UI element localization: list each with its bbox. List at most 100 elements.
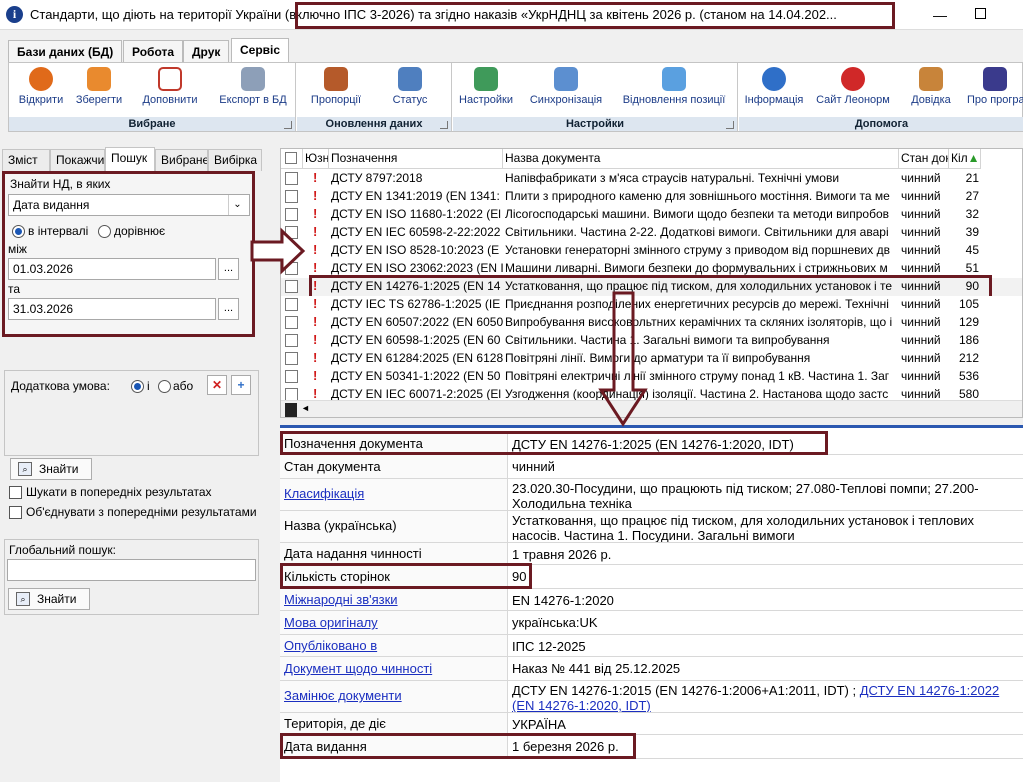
tab-service[interactable]: Сервіс <box>231 38 290 62</box>
detail-label-text[interactable]: Міжнародні зв'язки <box>284 592 398 607</box>
table-row[interactable]: ! ДСТУ EN 60507:2022 (EN 6050 Випробування… <box>281 314 1022 332</box>
row-checkbox[interactable] <box>285 316 298 329</box>
sync-button[interactable]: Синхронізація <box>525 67 607 113</box>
horizontal-scrollbar[interactable]: ◄ <box>281 400 1022 417</box>
row-checkbox[interactable] <box>285 208 298 221</box>
table-row[interactable]: ! ДСТУ EN IEC 60598-2-22:2022 Світильники.… <box>281 224 1022 242</box>
group-launcher[interactable] <box>726 121 734 129</box>
tab-contents[interactable]: Зміст <box>2 149 50 171</box>
table-row[interactable]: ! ДСТУ EN ISO 8528-10:2023 (E Установки ге… <box>281 242 1022 260</box>
header-state[interactable]: Стан док <box>899 149 949 169</box>
tab-work[interactable]: Робота <box>123 40 184 62</box>
row-checkbox[interactable] <box>285 334 298 347</box>
row-checkbox[interactable] <box>285 190 298 203</box>
row-checkbox[interactable] <box>285 262 298 275</box>
tab-favorites[interactable]: Вибране <box>155 149 208 171</box>
row-checkbox[interactable] <box>285 352 298 365</box>
global-search-input[interactable] <box>7 559 256 581</box>
restore-position-button[interactable]: Відновлення позиції <box>617 67 731 113</box>
detail-label[interactable]: Міжнародні зв'язки <box>280 589 508 610</box>
detail-highlight-box <box>280 733 636 759</box>
detail-value-text: 23.020.30-Посудини, що працюють під тиск… <box>512 481 979 510</box>
tab-search[interactable]: Пошук <box>105 147 155 172</box>
row-name: Випробування високовольтних керамічних т… <box>505 315 893 329</box>
table-row[interactable]: ! ДСТУ IEC TS 62786-1:2025 (IE Приєднання … <box>281 296 1022 314</box>
detail-label-text[interactable]: Мова оригіналу <box>284 615 378 630</box>
append-button[interactable]: Доповнити <box>137 67 203 113</box>
maximize-button[interactable] <box>975 8 986 19</box>
table-row[interactable]: ! ДСТУ EN 14276-1:2025 (EN 14 Устатковання… <box>281 275 1022 299</box>
info-button[interactable]: Інформація <box>741 67 807 113</box>
search-prev-checkbox[interactable] <box>9 486 22 499</box>
row-pages: 39 <box>965 225 979 239</box>
tab-databases[interactable]: Бази даних (БД) <box>8 40 123 62</box>
row-checkbox[interactable] <box>285 280 298 293</box>
find-icon: ⌕ <box>16 592 30 606</box>
proportions-button[interactable]: Пропорції <box>305 67 367 113</box>
table-row[interactable]: ! ДСТУ EN 50341-1:2022 (EN 50 Повітряні ел… <box>281 368 1022 386</box>
tab-index[interactable]: Покажчи <box>50 149 105 171</box>
export-db-button[interactable]: Експорт в БД <box>215 67 291 113</box>
date-to-input[interactable]: 31.03.2026 <box>8 298 216 320</box>
group-launcher[interactable] <box>440 121 448 129</box>
detail-label[interactable]: Мова оригіналу <box>280 611 508 634</box>
merge-prev-checkbox[interactable] <box>9 506 22 519</box>
table-row[interactable]: ! ДСТУ 8797:2018 Напівфабрикати з м'яса ст… <box>281 170 1022 188</box>
detail-label[interactable]: Опубліковано в <box>280 635 508 656</box>
select-all-checkbox[interactable] <box>285 152 297 164</box>
tab-print[interactable]: Друк <box>183 40 230 62</box>
group-update: Пропорції Статус Оновлення даних <box>297 63 452 131</box>
detail-row: Міжнародні зв'язки EN 14276-1:2020 <box>280 589 1023 611</box>
group-launcher[interactable] <box>284 121 292 129</box>
date-from-picker-button[interactable]: ... <box>218 258 239 280</box>
table-row[interactable]: ! ДСТУ EN 61284:2025 (EN 6128 Повітряні лі… <box>281 350 1022 368</box>
delete-condition-icon[interactable]: ✕ <box>207 375 227 395</box>
add-condition-icon[interactable]: + <box>231 375 251 395</box>
radio-equal[interactable] <box>98 225 111 238</box>
row-flag: ! <box>303 368 329 386</box>
search-criteria-box: Знайти НД, в яких Дата видання ⌄ в інтер… <box>2 171 255 337</box>
radio-interval[interactable] <box>12 225 25 238</box>
row-checkbox[interactable] <box>285 298 298 311</box>
find-button[interactable]: ⌕ Знайти <box>10 458 92 480</box>
date-from-input[interactable]: 01.03.2026 <box>8 258 216 280</box>
radio-or[interactable] <box>158 380 171 393</box>
header-pages[interactable]: Кіл▲ <box>949 149 981 169</box>
row-checkbox[interactable] <box>285 370 298 383</box>
open-button[interactable]: Відкрити <box>13 67 69 113</box>
row-name: Повітряні лінії. Вимоги до арматури та ї… <box>505 351 811 365</box>
status-button[interactable]: Статус <box>385 67 435 113</box>
detail-label-text[interactable]: Замінює документи <box>284 688 402 703</box>
header-flag[interactable]: Юзн <box>303 149 329 169</box>
detail-value-text: ДСТУ EN 14276-1:2015 (EN 14276-1:2006+A1… <box>512 683 860 698</box>
header-check[interactable] <box>281 149 303 169</box>
detail-label[interactable]: Документ щодо чинності <box>280 657 508 680</box>
table-row[interactable]: ! ДСТУ EN ISO 11680-1:2022 (El Лісогоспода… <box>281 206 1022 224</box>
about-button[interactable]: Про програму <box>967 67 1023 113</box>
row-checkbox[interactable] <box>285 172 298 185</box>
minimize-button[interactable]: — <box>930 5 950 25</box>
detail-label-text[interactable]: Опубліковано в <box>284 638 377 653</box>
global-find-button[interactable]: ⌕ Знайти <box>8 588 90 610</box>
tab-selection[interactable]: Вибірка <box>208 149 262 171</box>
scroll-left-icon[interactable] <box>285 403 297 417</box>
detail-label-text[interactable]: Класифікація <box>284 486 364 501</box>
table-row[interactable]: ! ДСТУ EN 60598-1:2025 (EN 60 Світильники.… <box>281 332 1022 350</box>
date-to-picker-button[interactable]: ... <box>218 298 239 320</box>
help-button[interactable]: Довідка <box>907 67 955 113</box>
radio-and[interactable] <box>131 380 144 393</box>
site-button[interactable]: Сайт Леонорм <box>811 67 895 113</box>
header-designation[interactable]: Позначення <box>329 149 503 169</box>
detail-label[interactable]: Класифікація <box>280 479 508 510</box>
row-checkbox[interactable] <box>285 226 298 239</box>
save-button[interactable]: Зберегти <box>71 67 127 113</box>
header-name[interactable]: Назва документа <box>503 149 899 169</box>
scroll-arrow-icon[interactable]: ◄ <box>301 403 310 413</box>
row-checkbox[interactable] <box>285 244 298 257</box>
detail-row: Мова оригіналу українська:UK <box>280 611 1023 635</box>
settings-button[interactable]: Настройки <box>457 67 515 113</box>
field-select[interactable]: Дата видання ⌄ <box>8 194 250 216</box>
table-row[interactable]: ! ДСТУ EN 1341:2019 (EN 1341: Плити з прир… <box>281 188 1022 206</box>
detail-label-text[interactable]: Документ щодо чинності <box>284 661 432 676</box>
detail-label[interactable]: Замінює документи <box>280 681 508 712</box>
